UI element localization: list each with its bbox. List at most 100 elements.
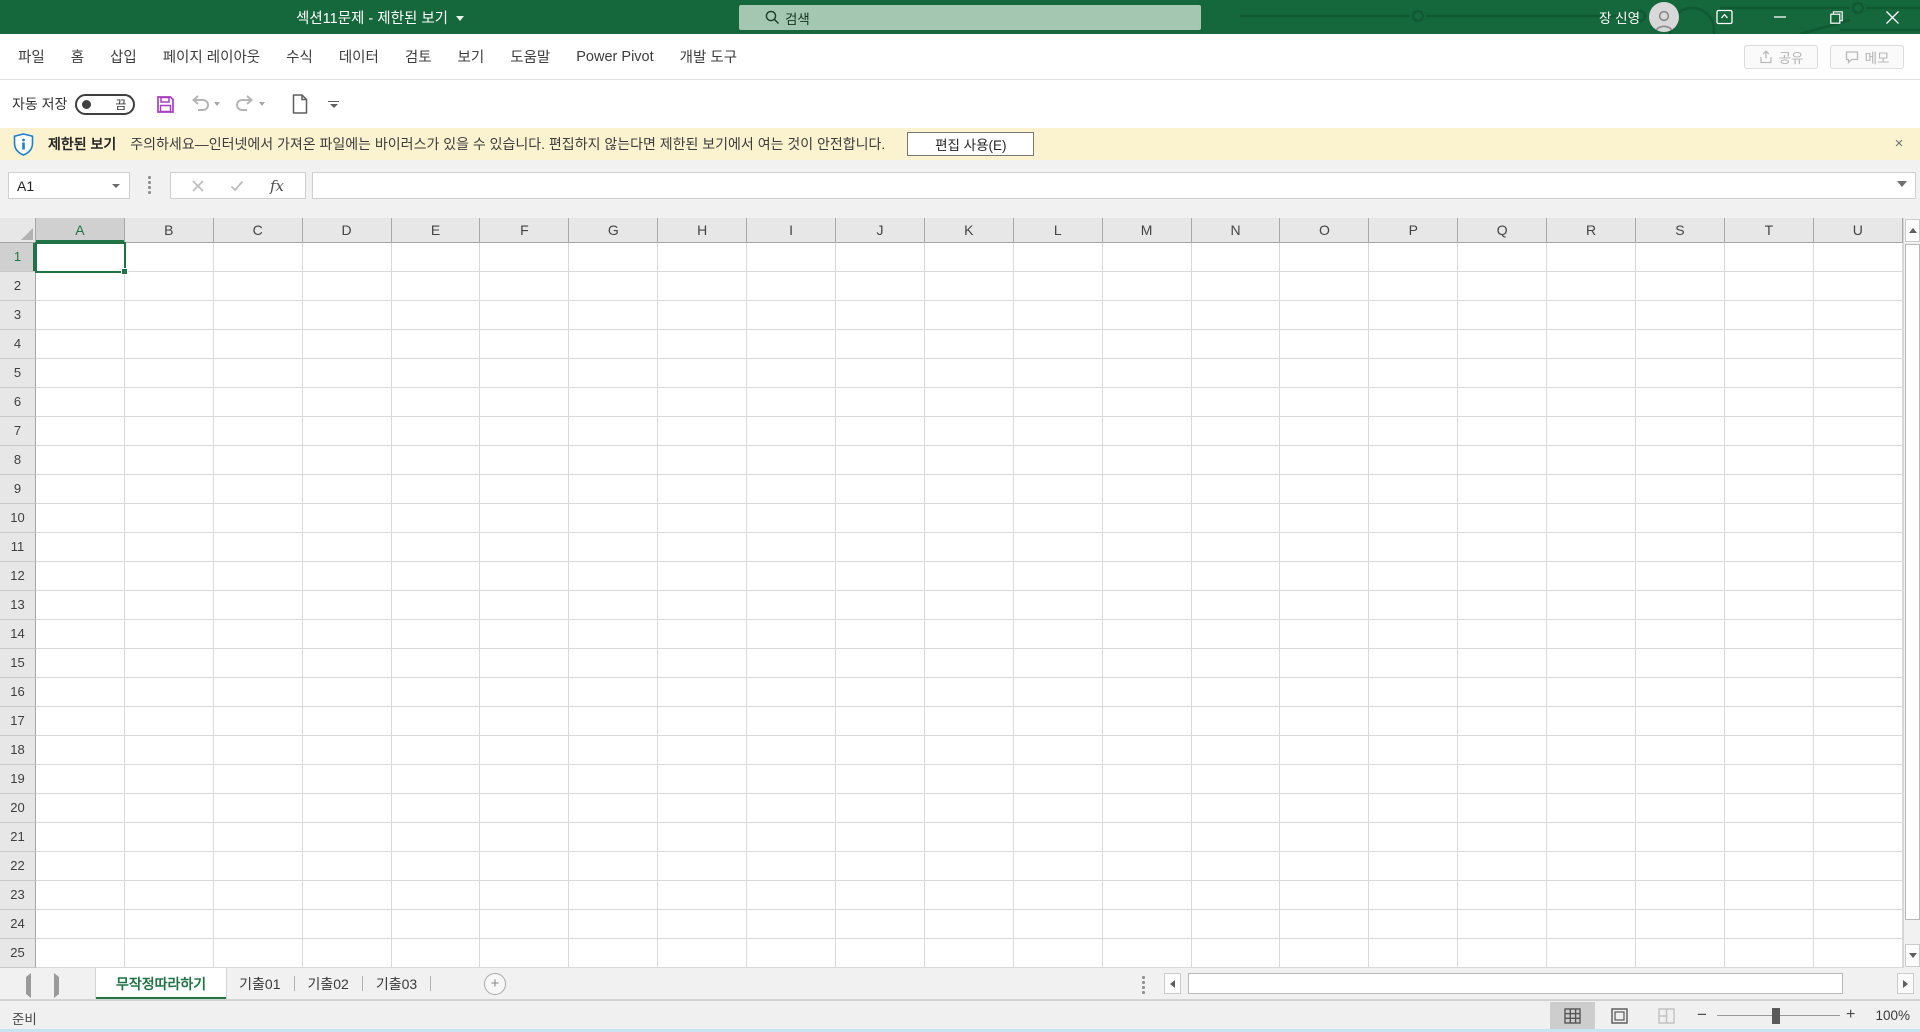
cell-A12[interactable] [36,562,125,591]
cell-K3[interactable] [924,301,1014,330]
cell-G12[interactable] [569,562,659,591]
column-header-L[interactable]: L [1013,218,1103,243]
cell-M21[interactable] [1102,823,1192,852]
row-header-21[interactable]: 21 [0,823,36,852]
cell-Q16[interactable] [1458,678,1548,707]
cell-C9[interactable] [213,475,303,504]
cell-C20[interactable] [213,794,303,823]
cell-G6[interactable] [569,388,659,417]
cell-I12[interactable] [747,562,837,591]
cell-B11[interactable] [124,533,214,562]
cell-U20[interactable] [1813,794,1903,823]
cell-L22[interactable] [1013,852,1103,881]
column-header-E[interactable]: E [391,218,481,243]
cell-T19[interactable] [1724,765,1814,794]
cell-P22[interactable] [1369,852,1459,881]
page-layout-view-button[interactable] [1597,1002,1642,1029]
cell-J21[interactable] [836,823,925,852]
column-header-N[interactable]: N [1191,218,1281,243]
cell-U23[interactable] [1813,881,1903,910]
cell-T23[interactable] [1724,881,1814,910]
cell-K11[interactable] [924,533,1014,562]
cell-E11[interactable] [391,533,481,562]
row-header-12[interactable]: 12 [0,562,36,591]
cell-N10[interactable] [1191,504,1281,533]
cell-J15[interactable] [836,649,925,678]
row-header-22[interactable]: 22 [0,852,36,881]
scroll-down-button[interactable] [1905,944,1920,967]
cell-I1[interactable] [747,243,837,272]
cell-N23[interactable] [1191,881,1281,910]
cell-J8[interactable] [836,446,925,475]
cell-M20[interactable] [1102,794,1192,823]
column-header-G[interactable]: G [569,218,659,243]
cell-R16[interactable] [1547,678,1637,707]
cell-T20[interactable] [1724,794,1814,823]
cell-B9[interactable] [124,475,214,504]
cell-T10[interactable] [1724,504,1814,533]
cell-J24[interactable] [836,910,925,939]
cell-P5[interactable] [1369,359,1459,388]
cell-M12[interactable] [1102,562,1192,591]
cell-M4[interactable] [1102,330,1192,359]
cell-L15[interactable] [1013,649,1103,678]
cell-A20[interactable] [36,794,125,823]
sheet-nav-left-button[interactable] [26,973,31,998]
row-header-6[interactable]: 6 [0,388,36,417]
cell-Q2[interactable] [1458,272,1548,301]
cell-D10[interactable] [302,504,392,533]
cell-C15[interactable] [213,649,303,678]
cell-Q6[interactable] [1458,388,1548,417]
cell-J19[interactable] [836,765,925,794]
restore-button[interactable] [1808,0,1864,34]
cell-G19[interactable] [569,765,659,794]
cell-U17[interactable] [1813,707,1903,736]
cell-K22[interactable] [924,852,1014,881]
cell-R15[interactable] [1547,649,1637,678]
cell-N3[interactable] [1191,301,1281,330]
cell-B16[interactable] [124,678,214,707]
row-header-16[interactable]: 16 [0,678,36,707]
cell-N20[interactable] [1191,794,1281,823]
cell-D4[interactable] [302,330,392,359]
cell-F8[interactable] [480,446,570,475]
cell-G14[interactable] [569,620,659,649]
cell-S2[interactable] [1636,272,1725,301]
cell-S12[interactable] [1636,562,1725,591]
cell-I2[interactable] [747,272,837,301]
cell-T12[interactable] [1724,562,1814,591]
cell-C11[interactable] [213,533,303,562]
cell-K10[interactable] [924,504,1014,533]
cell-C18[interactable] [213,736,303,765]
cell-M6[interactable] [1102,388,1192,417]
autosave-toggle[interactable]: 끔 [75,93,136,115]
cell-G3[interactable] [569,301,659,330]
cell-T11[interactable] [1724,533,1814,562]
column-header-M[interactable]: M [1102,218,1192,243]
cell-G2[interactable] [569,272,659,301]
cell-N1[interactable] [1191,243,1281,272]
cell-P7[interactable] [1369,417,1459,446]
cell-L11[interactable] [1013,533,1103,562]
cell-N15[interactable] [1191,649,1281,678]
cell-E17[interactable] [391,707,481,736]
cell-I3[interactable] [747,301,837,330]
cell-A25[interactable] [36,939,125,968]
cell-O10[interactable] [1280,504,1370,533]
cell-F5[interactable] [480,359,570,388]
cell-D12[interactable] [302,562,392,591]
cell-A6[interactable] [36,388,125,417]
cell-B17[interactable] [124,707,214,736]
cell-J1[interactable] [836,243,925,272]
cell-U8[interactable] [1813,446,1903,475]
cell-U13[interactable] [1813,591,1903,620]
cell-F16[interactable] [480,678,570,707]
cell-R10[interactable] [1547,504,1637,533]
cell-O20[interactable] [1280,794,1370,823]
cell-A23[interactable] [36,881,125,910]
cell-H23[interactable] [658,881,748,910]
cell-H24[interactable] [658,910,748,939]
cell-Q20[interactable] [1458,794,1548,823]
cell-O16[interactable] [1280,678,1370,707]
cell-A22[interactable] [36,852,125,881]
